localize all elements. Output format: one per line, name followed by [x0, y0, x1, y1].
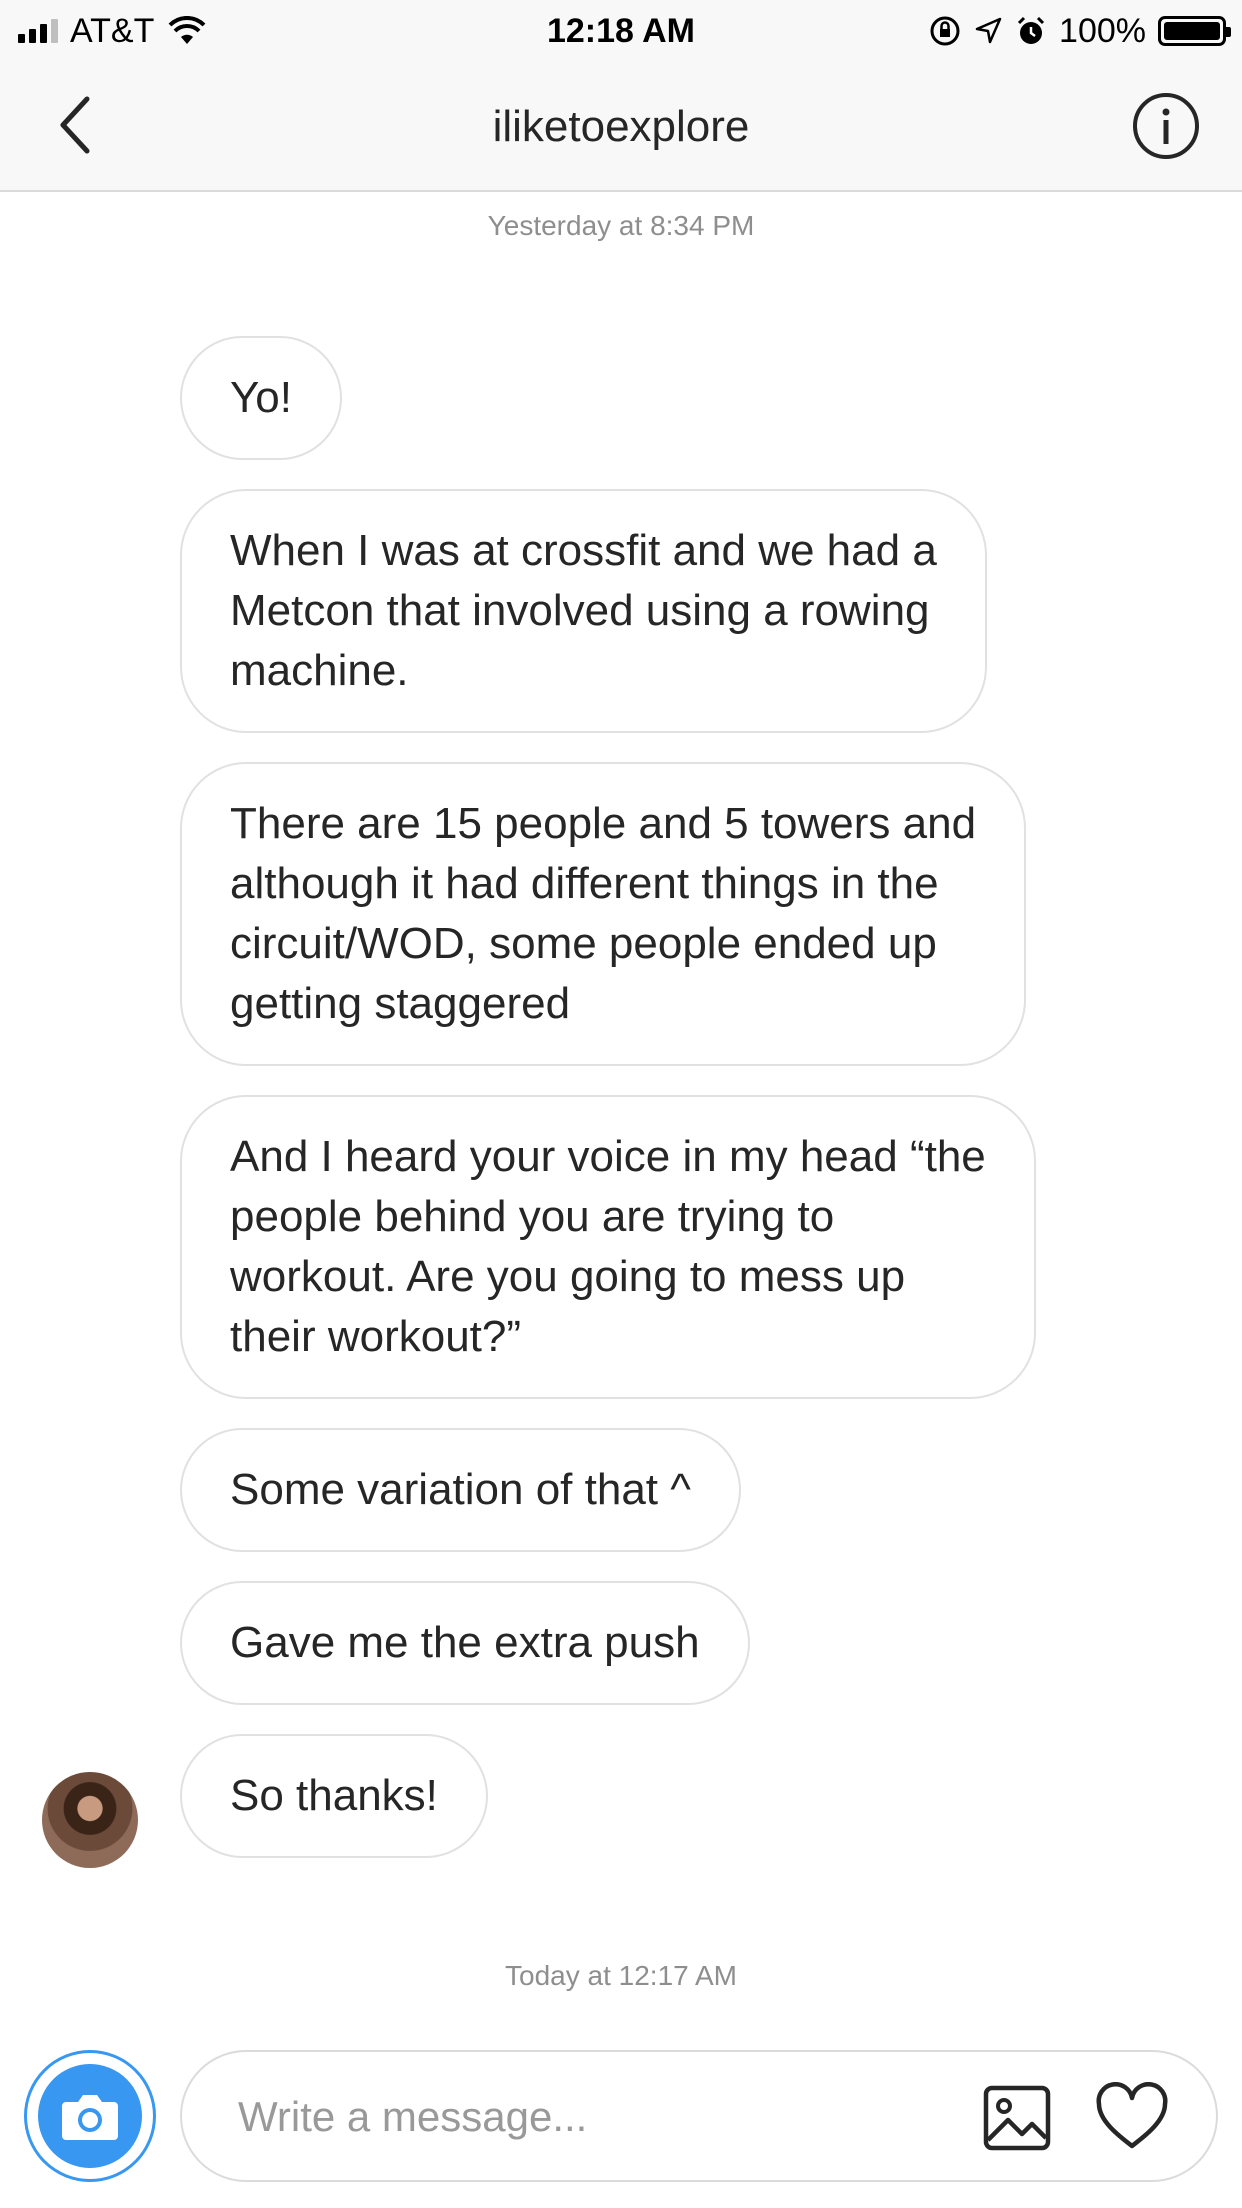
location-arrow-icon [975, 17, 1002, 44]
message-bubble[interactable]: When I was at crossfit and we had a Metc… [180, 489, 987, 733]
chat-header: iliketoexplore [0, 62, 1242, 192]
message-bubble[interactable]: And I heard your voice in my head “the p… [180, 1095, 1036, 1399]
message-bubble[interactable]: Yo! [180, 336, 343, 460]
conversation-title[interactable]: iliketoexplore [0, 100, 1242, 154]
alarm-icon [1017, 16, 1045, 44]
camera-button[interactable] [24, 2050, 156, 2182]
orientation-lock-icon [930, 16, 960, 46]
message-composer [180, 2050, 1218, 2182]
message-bubble[interactable]: Some variation of that ^ [180, 1428, 741, 1552]
heart-icon [1096, 2081, 1168, 2149]
gallery-button[interactable] [982, 2084, 1052, 2152]
like-button[interactable] [1094, 2081, 1170, 2152]
message-bubble[interactable]: There are 15 people and 5 towers and alt… [180, 762, 1027, 1066]
timestamp-top: Yesterday at 8:34 PM [487, 210, 755, 241]
sender-avatar[interactable] [42, 1772, 138, 1868]
camera-icon [38, 2064, 142, 2168]
status-right: 100% [929, 10, 1231, 52]
message-bubble[interactable]: Gave me the extra push [180, 1581, 750, 1705]
status-bar: AT&T 12:18 AM 100% [0, 0, 1242, 62]
battery-icon [1158, 16, 1231, 46]
message-bubble[interactable]: So thanks! [180, 1734, 488, 1858]
message-input[interactable] [238, 2086, 938, 2148]
battery-percentage: 100% [1059, 11, 1146, 50]
timestamp-bottom: Today at 12:17 AM [505, 1960, 737, 1991]
info-icon [1133, 93, 1199, 159]
dm-thread-screen: AT&T 12:18 AM 100% iliketoexplore Yester… [0, 0, 1242, 2208]
info-button[interactable] [1132, 92, 1200, 160]
image-gallery-icon [983, 2085, 1051, 2151]
